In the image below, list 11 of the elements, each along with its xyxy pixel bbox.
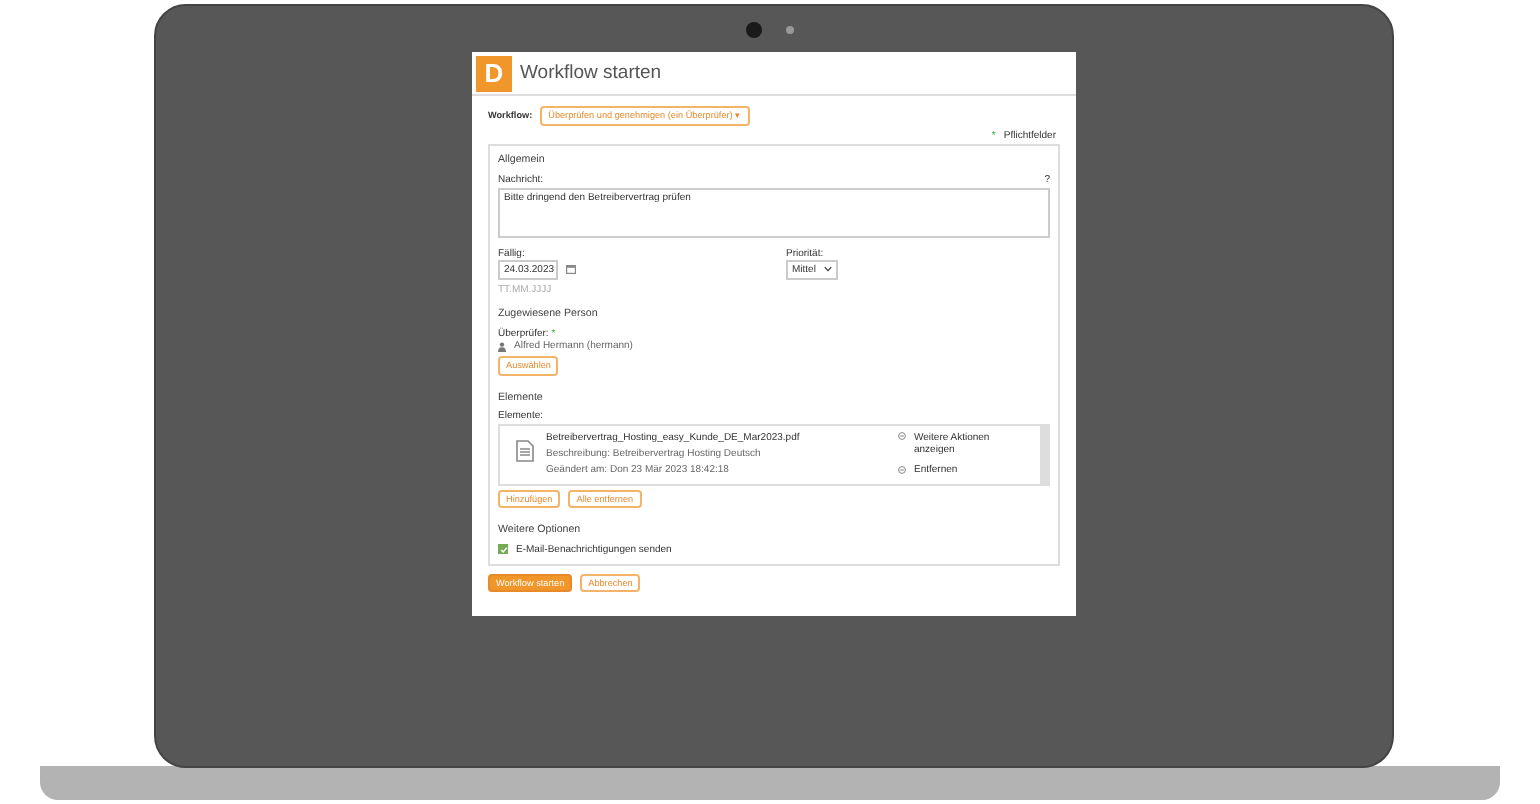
app-logo: D — [476, 55, 512, 91]
caret-icon — [824, 266, 832, 273]
minus-circle-icon — [898, 465, 906, 474]
person-icon — [498, 341, 506, 352]
minus-circle-icon — [898, 432, 906, 441]
window-title: Workflow starten — [520, 61, 662, 85]
document-icon — [516, 439, 534, 462]
checkbox[interactable] — [498, 544, 508, 555]
camera-icon — [746, 22, 762, 38]
sensor-icon — [786, 26, 794, 34]
calendar-icon[interactable] — [566, 264, 576, 275]
